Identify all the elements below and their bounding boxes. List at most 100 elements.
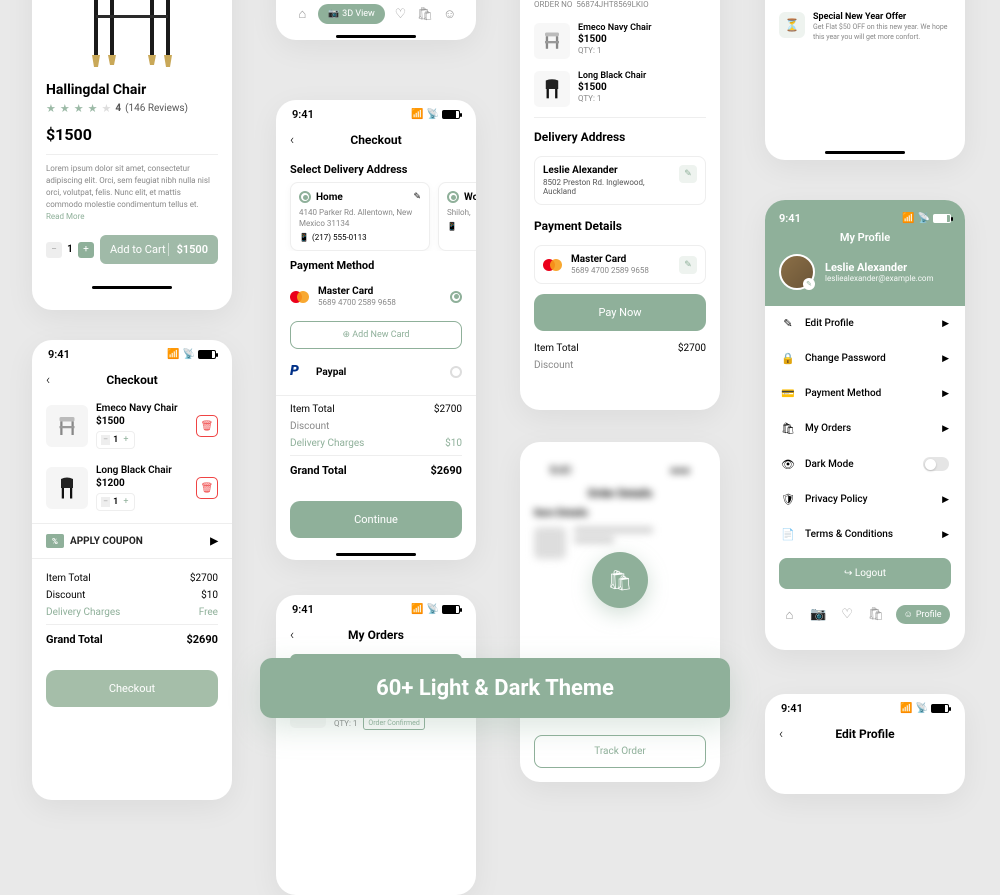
continue-button[interactable]: Continue (290, 501, 462, 538)
star-icon: ★ (88, 102, 98, 115)
bag-icon[interactable]: 🛍 (416, 5, 434, 23)
payment-card: Master Card 5689 4700 2589 9658 ✎ (534, 245, 706, 284)
checkout-button[interactable]: Checkout (46, 670, 218, 707)
profile-icon[interactable]: ☺ (441, 5, 459, 23)
menu-edit-profile[interactable]: ✎Edit Profile▶ (765, 306, 965, 341)
delete-button[interactable]: 🗑 (196, 415, 218, 437)
apply-coupon-row[interactable]: %APPLY COUPON ▶ (32, 523, 232, 559)
product-view-screen: ⌂ 📷 3D View ♡ 🛍 ☺ (276, 0, 476, 40)
radio-icon[interactable] (447, 191, 459, 203)
back-button[interactable]: ‹ (290, 627, 294, 643)
status-bar: 9:41 📶📡 (32, 340, 232, 365)
bag-icon[interactable]: 🛍 (867, 606, 885, 624)
status-bar: 9:41 📶📡 (779, 212, 951, 229)
edit-avatar-icon[interactable]: ✎ (803, 278, 815, 290)
wifi-icon: 📡 (183, 349, 195, 360)
bag-fab-button[interactable]: 🛍 (592, 552, 648, 608)
phone-icon: 📱 (299, 233, 309, 242)
item-thumbnail (534, 23, 570, 59)
delete-button[interactable]: 🗑 (196, 477, 218, 499)
3d-view-button[interactable]: 📷 3D View (318, 4, 385, 24)
wifi-icon: 📡 (916, 703, 928, 714)
my-orders-screen: 9:41 📶📡 ‹My Orders Upcoming Emeco Navy C… (276, 595, 476, 895)
read-more-link[interactable]: Read More (46, 212, 84, 221)
chevron-right-icon: ▶ (942, 495, 949, 505)
battery-icon (442, 110, 460, 119)
delivery-address-card: Leslie Alexander 8502 Preston Rd. Inglew… (534, 156, 706, 205)
edit-icon[interactable]: ✎ (679, 165, 697, 183)
qty-plus-button[interactable]: + (78, 242, 94, 258)
qty-plus-button[interactable]: + (121, 497, 130, 507)
qty-minus-button[interactable]: − (101, 497, 110, 507)
toggle-switch[interactable] (923, 457, 949, 471)
home-icon[interactable]: ⌂ (293, 5, 311, 23)
edit-icon[interactable]: ✎ (679, 256, 697, 274)
status-bar: 9:41●●● (534, 456, 706, 481)
mastercard-icon (290, 290, 310, 304)
menu-payment-method[interactable]: 💳Payment Method▶ (765, 376, 965, 411)
edit-icon[interactable]: ✎ (413, 192, 421, 202)
bottom-nav: ⌂ 📷 ♡ 🛍 ☺ Profile (765, 599, 965, 630)
status-badge: Order Confirmed (363, 716, 424, 730)
page-title: Checkout (290, 133, 462, 147)
menu-terms[interactable]: 📄Terms & Conditions▶ (765, 517, 965, 552)
chevron-right-icon: ▶ (942, 354, 949, 364)
back-button[interactable]: ‹ (779, 726, 783, 742)
notification-item[interactable]: ⏳ Special New Year Offer Get Flat $50 OF… (765, 4, 965, 51)
heart-icon[interactable]: ♡ (838, 606, 856, 624)
profile-tab-active[interactable]: ☺ Profile (896, 605, 950, 624)
paypal-icon: P (290, 363, 308, 381)
payment-mastercard[interactable]: Master Card 5689 4700 2589 9658 (276, 278, 476, 315)
pay-now-button[interactable]: Pay Now (534, 294, 706, 331)
radio-selected-icon[interactable] (450, 291, 462, 303)
qty-plus-button[interactable]: + (121, 435, 130, 445)
menu-dark-mode[interactable]: 👁Dark Mode (765, 446, 965, 482)
payment-paypal[interactable]: P Paypal (276, 355, 476, 389)
add-to-cart-button[interactable]: Add to Cart $1500 (100, 235, 218, 264)
product-nav-bar: ⌂ 📷 3D View ♡ 🛍 ☺ (290, 4, 462, 24)
coupon-icon: % (46, 534, 64, 548)
profile-screen: 9:41 📶📡 My Profile ✎ Leslie Alexander le… (765, 200, 965, 650)
cart-item: Long Black Chair $1200 − 1 + 🗑 (32, 457, 232, 519)
address-card-work[interactable]: Work Shiloh, 📱 (438, 182, 476, 251)
back-button[interactable]: ‹ (290, 132, 294, 148)
address-card-home[interactable]: Home ✎ 4140 Parker Rd. Allentown, New Me… (290, 182, 430, 251)
track-order-button[interactable]: Track Order (534, 735, 706, 768)
menu-change-password[interactable]: 🔒Change Password▶ (765, 341, 965, 376)
menu-privacy[interactable]: 🛡Privacy Policy▶ (765, 482, 965, 517)
edit-profile-screen: 9:41 📶📡 ‹Edit Profile (765, 694, 965, 794)
camera-icon[interactable]: 📷 (809, 606, 827, 624)
chevron-right-icon: ▶ (942, 530, 949, 540)
item-thumbnail (46, 405, 88, 447)
heart-icon[interactable]: ♡ (391, 5, 409, 23)
home-indicator (336, 553, 416, 556)
product-detail-screen: Hallingdal Chair ★ ★ ★ ★ ★ 4 (146 Review… (32, 0, 232, 310)
add-new-card-button[interactable]: ⊕ Add New Card (290, 321, 462, 349)
eye-icon: 👁 (781, 458, 795, 471)
order-detail-screen: Item Details ORDER NO 56874JHT8569LKIO E… (520, 0, 720, 410)
radio-icon[interactable] (450, 366, 462, 378)
status-bar: 9:41 📶📡 (276, 595, 476, 620)
wifi-icon: 📡 (427, 109, 439, 120)
page-title: My Orders (290, 628, 462, 642)
qty-minus-button[interactable]: − (101, 435, 110, 445)
card-icon: 💳 (781, 387, 795, 400)
logout-button[interactable]: ↪ Logout (779, 558, 951, 589)
avatar[interactable]: ✎ (779, 254, 815, 290)
home-icon[interactable]: ⌂ (780, 606, 798, 624)
status-bar: 9:41 📶📡 (765, 694, 965, 719)
shield-icon: 🛡 (781, 493, 795, 506)
chevron-right-icon: ▶ (942, 424, 949, 434)
menu-my-orders[interactable]: 🛍My Orders▶ (765, 411, 965, 446)
page-title: My Profile (779, 231, 951, 244)
qty-minus-button[interactable]: − (46, 242, 62, 258)
wifi-icon: 📡 (918, 213, 930, 224)
battery-icon (442, 605, 460, 614)
radio-selected-icon[interactable] (299, 191, 311, 203)
cart-item: Emeco Navy Chair $1500 − 1 + 🗑 (32, 395, 232, 457)
page-title: Edit Profile (779, 727, 951, 741)
section-title: Delivery Address (520, 122, 720, 150)
back-button[interactable]: ‹ (46, 372, 50, 388)
quantity-stepper: − 1 + (96, 431, 135, 449)
star-icon: ★ (46, 102, 56, 115)
